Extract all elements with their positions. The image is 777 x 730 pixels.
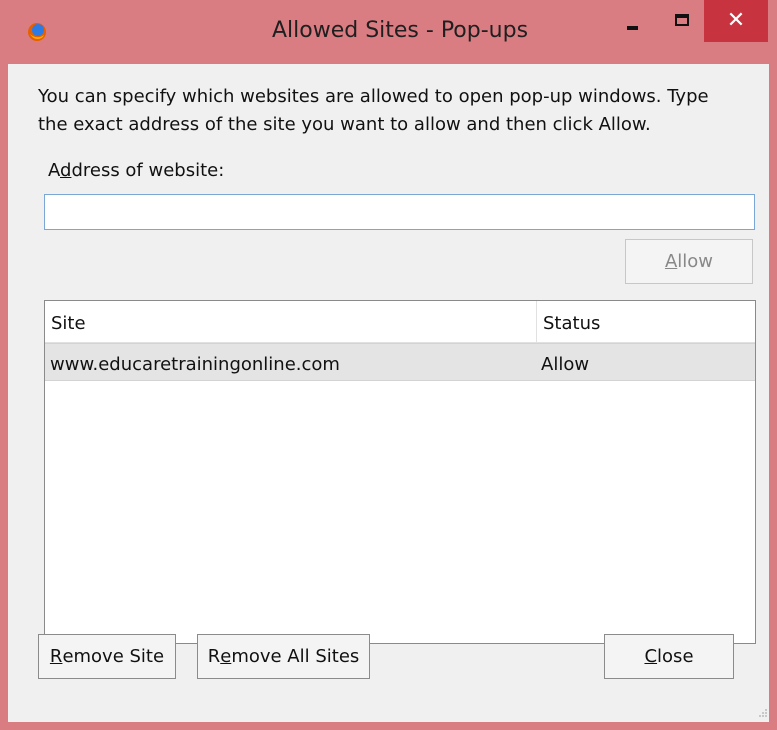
table-row[interactable]: www.educaretrainingonline.com Allow <box>45 343 755 381</box>
allowed-sites-window: Allowed Sites - Pop-ups ✕ You can specif… <box>0 0 777 730</box>
instructions-line-2: the exact address of the site you want t… <box>38 114 651 135</box>
close-button[interactable]: Close <box>604 634 734 679</box>
site-cell: www.educaretrainingonline.com <box>50 354 340 375</box>
title-bar[interactable]: Allowed Sites - Pop-ups ✕ <box>0 0 777 72</box>
minimize-button[interactable] <box>610 0 655 42</box>
instructions-line-1: You can specify which websites are allow… <box>38 86 709 107</box>
firefox-icon <box>28 23 46 41</box>
instructions-text: You can specify which websites are allow… <box>38 83 758 139</box>
site-column-header[interactable]: Site <box>51 313 86 334</box>
remove-all-sites-button[interactable]: Re move All Sites <box>197 634 370 679</box>
maximize-button[interactable] <box>660 0 705 42</box>
address-label: Address of website: <box>48 160 225 181</box>
window-title: Allowed Sites - Pop-ups <box>271 18 529 43</box>
allowed-sites-table[interactable]: Site Status www.educaretrainingonline.co… <box>44 300 756 644</box>
address-input[interactable] <box>44 194 755 230</box>
column-divider[interactable] <box>536 301 537 343</box>
remove-site-button[interactable]: Remove Site <box>38 634 176 679</box>
table-header: Site Status <box>45 301 755 343</box>
window-close-button[interactable]: ✕ <box>704 0 768 42</box>
allow-button[interactable]: Allow <box>625 239 753 284</box>
status-column-header[interactable]: Status <box>543 313 600 334</box>
status-cell: Allow <box>541 354 590 375</box>
resize-grip-icon[interactable] <box>758 708 768 718</box>
